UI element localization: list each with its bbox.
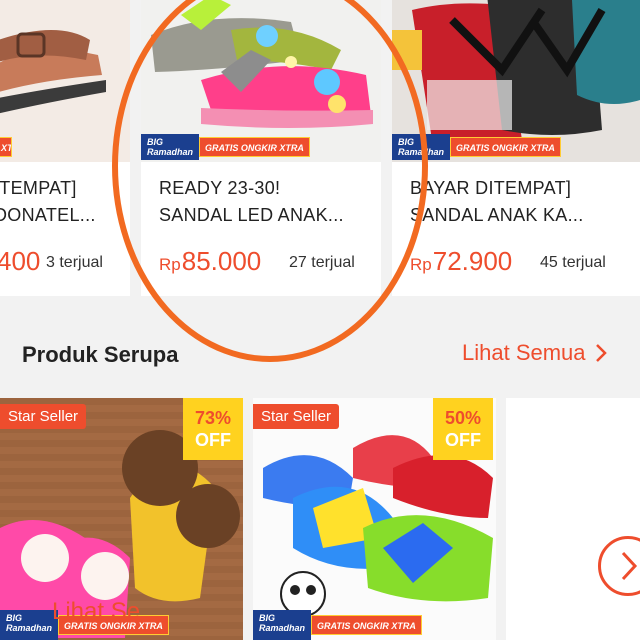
promo-banner: BIG Ramadhan GRATIS ONGKIR XTRA xyxy=(141,134,310,160)
promo-ramadhan: BIG Ramadhan xyxy=(141,134,200,160)
promo-ramadhan: BIG Ramadhan xyxy=(253,610,312,640)
promo-xtra: XTRA xyxy=(0,137,12,157)
price-value: 400 xyxy=(0,246,41,276)
promo-banner: XTRA xyxy=(0,134,12,160)
product-name: READY 23-30! SANDAL LED ANAK... xyxy=(159,178,344,225)
sold-count: 27 terjual xyxy=(289,254,355,271)
promo-ramadhan-label: Ramadhan xyxy=(259,623,306,633)
promo-xtra: XTRA xyxy=(138,621,163,631)
promo-gratis-ongkir: GRATIS ONGKIR XTRA xyxy=(311,615,422,635)
product-card[interactable]: XTRA ITEMPAT] DONATEL... 400 3 terjual xyxy=(0,0,130,296)
product-name: BAYAR DITEMPAT] SANDAL ANAK KA... xyxy=(410,178,584,225)
promo-banner: BIG Ramadhan GRATIS ONGKIR XTRA xyxy=(392,134,561,160)
promo-ramadhan-label: Ramadhan xyxy=(398,147,445,157)
promo-gratis-ongkir: GRATIS ONGKIR XTRA xyxy=(199,137,310,157)
discount-value: 50% xyxy=(444,408,482,428)
promo-big: BIG xyxy=(398,137,415,147)
promo-ramadhan-label: Ramadhan xyxy=(147,147,194,157)
discount-off: OFF xyxy=(445,430,481,450)
see-all-link[interactable]: Lihat Semua xyxy=(462,340,608,366)
product-card[interactable]: BIG Ramadhan GRATIS ONGKIR XTRA BAYAR DIT… xyxy=(392,0,640,296)
promo-xtra: XTRA xyxy=(391,621,416,631)
discount-badge: 73% OFF xyxy=(183,398,243,460)
price-prefix: Rp xyxy=(410,255,432,274)
promo-gratis: GRATIS ONGKIR xyxy=(205,143,277,153)
promo-big: BIG xyxy=(6,613,23,623)
price-prefix: Rp xyxy=(159,255,181,274)
discount-value: 73% xyxy=(194,408,232,428)
section-title: Produk Serupa xyxy=(22,342,179,367)
discount-off: OFF xyxy=(195,430,231,450)
see-more-label[interactable]: Lihat Se xyxy=(52,598,140,626)
chevron-right-icon xyxy=(621,551,638,581)
promo-gratis-ongkir: GRATIS ONGKIR XTRA xyxy=(450,137,561,157)
star-seller-badge: Star Seller xyxy=(0,404,87,429)
similar-product-card[interactable]: Star Seller 50% OFF BIG Ramadhan GRATIS ON… xyxy=(253,398,496,640)
see-all-label: Lihat Semua xyxy=(462,340,586,365)
sold-count: 3 terjual xyxy=(46,254,103,271)
price-value: 72.900 xyxy=(432,246,513,276)
product-price: 400 xyxy=(0,246,40,277)
see-more-card[interactable] xyxy=(506,398,640,640)
chevron-right-icon xyxy=(595,344,607,362)
chevron-right-circle-icon[interactable] xyxy=(598,536,640,596)
star-seller-badge: Star Seller xyxy=(253,404,340,429)
promo-xtra: XTRA xyxy=(530,143,555,153)
product-price: Rp72.900 xyxy=(410,246,512,277)
promo-ramadhan: BIG Ramadhan xyxy=(0,610,59,640)
promo-xtra: XTRA xyxy=(279,143,304,153)
promo-gratis: GRATIS ONGKIR xyxy=(317,621,389,631)
product-name: ITEMPAT] DONATEL... xyxy=(0,178,96,225)
promo-gratis: GRATIS ONGKIR xyxy=(456,143,528,153)
price-value: 85.000 xyxy=(181,246,262,276)
promo-big: BIG xyxy=(259,613,276,623)
product-image xyxy=(0,0,130,162)
product-price: Rp85.000 xyxy=(159,246,261,277)
promo-ramadhan: BIG Ramadhan xyxy=(392,134,451,160)
promo-ramadhan-label: Ramadhan xyxy=(6,623,53,633)
product-screen: XTRA ITEMPAT] DONATEL... 400 3 terjual xyxy=(0,0,640,640)
product-card[interactable]: BIG Ramadhan GRATIS ONGKIR XTRA READY 23-… xyxy=(141,0,381,296)
promo-big: BIG xyxy=(147,137,164,147)
sold-count: 45 terjual xyxy=(540,254,606,271)
promo-banner: BIG Ramadhan GRATIS ONGKIR XTRA xyxy=(253,610,422,640)
discount-badge: 50% OFF xyxy=(433,398,493,460)
